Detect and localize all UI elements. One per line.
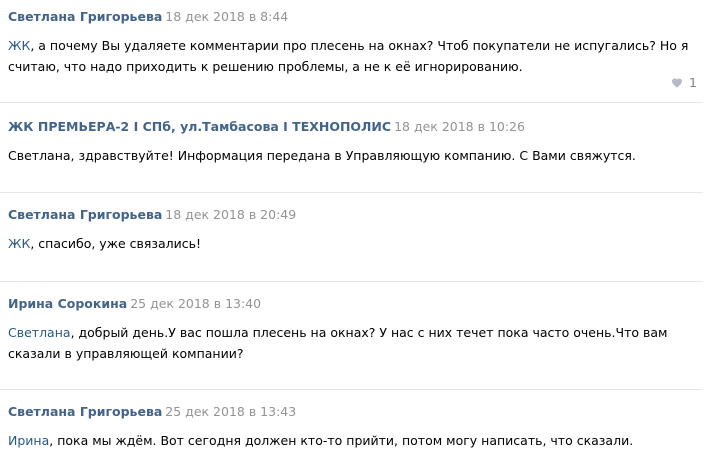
comment: Светлана Григорьева 18 дек 2018 в 20:49 Ж…	[0, 206, 711, 254]
author-link[interactable]: Светлана Григорьева	[8, 207, 162, 222]
author-link[interactable]: Светлана Григорьева	[8, 404, 162, 419]
comment-date[interactable]: 25 дек 2018 в 13:40	[130, 296, 261, 311]
divider	[0, 192, 703, 193]
reply-to-link[interactable]: ЖК	[8, 38, 30, 53]
comment-date[interactable]: 18 дек 2018 в 20:49	[165, 207, 296, 222]
comment-text: ЖК, а почему Вы удаляете комментарии про…	[8, 35, 703, 77]
reply-to-link[interactable]: Ирина	[8, 433, 49, 448]
comment-body: , добрый день.У вас пошла плесень на окн…	[8, 325, 668, 361]
comment: Ирина Сорокина 25 дек 2018 в 13:40 Светла…	[0, 295, 711, 364]
like-count: 1	[689, 74, 697, 90]
comment: Светлана Григорьева 18 дек 2018 в 8:44 ЖК…	[0, 8, 711, 77]
reply-to-link[interactable]: ЖК	[8, 236, 30, 251]
comment: Светлана Григорьева 25 дек 2018 в 13:43 И…	[0, 403, 711, 451]
comment-header: Светлана Григорьева 25 дек 2018 в 13:43	[8, 403, 703, 421]
comment-text: Светлана, здравствуйте! Информация перед…	[8, 145, 703, 166]
heart-icon	[672, 78, 683, 88]
comment-header: Ирина Сорокина 25 дек 2018 в 13:40	[8, 295, 703, 313]
reply-to-link[interactable]: Светлана	[8, 325, 71, 340]
author-link[interactable]: ЖК ПРЕМЬЕРА-2 I СПб, ул.Тамбасова I ТЕХН…	[8, 119, 391, 134]
comment-header: Светлана Григорьева 18 дек 2018 в 8:44	[8, 8, 703, 26]
divider	[0, 281, 703, 282]
comment-header: ЖК ПРЕМЬЕРА-2 I СПб, ул.Тамбасова I ТЕХН…	[8, 118, 703, 136]
comment-body: , а почему Вы удаляете комментарии про п…	[8, 38, 689, 74]
comment-header: Светлана Григорьева 18 дек 2018 в 20:49	[8, 206, 703, 224]
comment-date[interactable]: 18 дек 2018 в 10:26	[394, 119, 525, 134]
comment-body: , пока мы ждём. Вот сегодня должен кто-т…	[49, 433, 634, 448]
comment-text: Ирина, пока мы ждём. Вот сегодня должен …	[8, 430, 703, 451]
comment-thread: Светлана Григорьева 18 дек 2018 в 8:44 ЖК…	[0, 0, 711, 453]
comment-body: , спасибо, уже связались!	[30, 236, 202, 251]
comment-text: Светлана, добрый день.У вас пошла плесен…	[8, 322, 703, 364]
divider	[0, 389, 703, 390]
like-button[interactable]: 1	[671, 74, 697, 90]
comment-date[interactable]: 18 дек 2018 в 8:44	[165, 9, 288, 24]
author-link[interactable]: Светлана Григорьева	[8, 9, 162, 24]
author-link[interactable]: Ирина Сорокина	[8, 296, 127, 311]
divider	[0, 102, 703, 103]
comment-date[interactable]: 25 дек 2018 в 13:43	[165, 404, 296, 419]
comment: ЖК ПРЕМЬЕРА-2 I СПб, ул.Тамбасова I ТЕХН…	[0, 118, 711, 166]
comment-text: ЖК, спасибо, уже связались!	[8, 233, 703, 254]
comment-body: Светлана, здравствуйте! Информация перед…	[8, 148, 636, 163]
